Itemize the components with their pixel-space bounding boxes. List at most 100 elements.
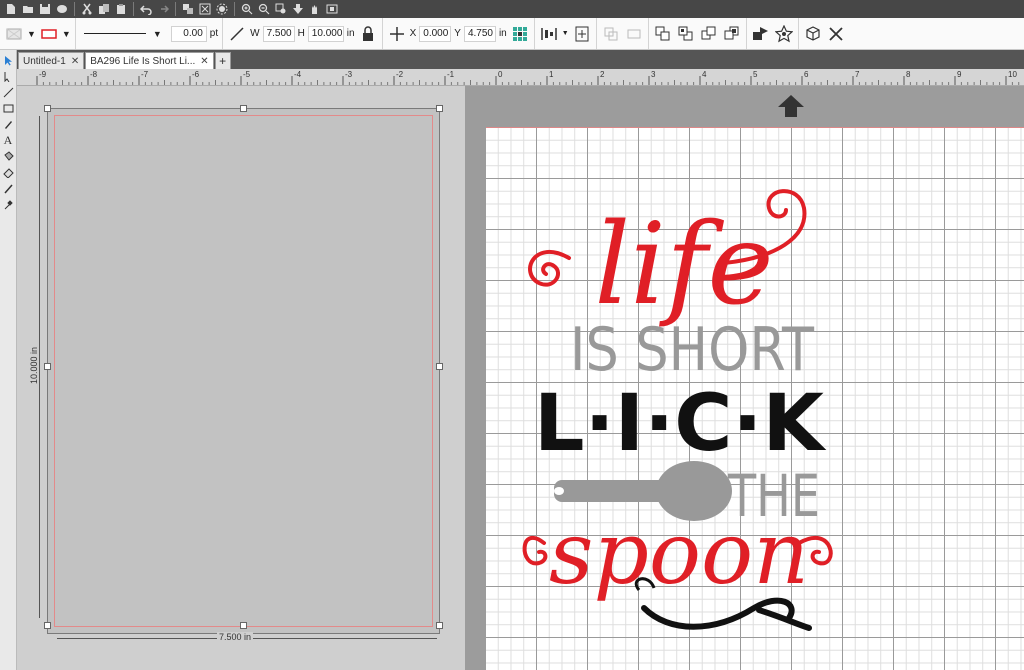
tab-design-file[interactable]: BA296 Life Is Short Li... ✕ xyxy=(85,52,214,69)
red-swirl-left xyxy=(528,250,571,287)
ruler-tick-label: -8 xyxy=(90,70,98,79)
design-page[interactable] xyxy=(47,108,440,634)
y-input[interactable]: 4.750 xyxy=(463,25,496,42)
line-color-icon[interactable] xyxy=(39,24,59,44)
close-icon[interactable] xyxy=(826,24,846,44)
resize-handle-ml[interactable] xyxy=(44,363,51,370)
send-to-back-icon[interactable] xyxy=(722,24,742,44)
text-tool-icon[interactable]: A xyxy=(1,133,16,147)
ruler-tick-label: 5 xyxy=(753,70,758,79)
center-icon[interactable] xyxy=(572,24,592,44)
grid-position-icon[interactable] xyxy=(510,24,530,44)
align-icon[interactable] xyxy=(539,24,559,44)
ruler-tick-label: -5 xyxy=(243,70,251,79)
chevron-down-icon[interactable]: ▼ xyxy=(62,29,71,39)
shapes-icon[interactable] xyxy=(751,24,771,44)
design-canvas[interactable]: 7.500 in 10.000 in xyxy=(17,86,465,670)
replicate-icon[interactable] xyxy=(601,24,621,44)
ruler-tick-label: -9 xyxy=(39,70,47,79)
cutting-mat-grid[interactable]: life IS SHORT L·I·C·K THE spoon xyxy=(486,127,1024,670)
point-edit-icon[interactable] xyxy=(1,69,16,83)
ruler-tick-label: 6 xyxy=(804,70,809,79)
new-file-icon[interactable] xyxy=(3,1,19,17)
group-icon[interactable] xyxy=(180,1,196,17)
move-down-icon[interactable] xyxy=(290,1,306,17)
resize-handle-br[interactable] xyxy=(436,622,443,629)
resize-handle-bl[interactable] xyxy=(44,622,51,629)
bring-forward-icon[interactable] xyxy=(653,24,673,44)
zoom-select-icon[interactable] xyxy=(273,1,289,17)
eyedropper-icon[interactable] xyxy=(1,197,16,211)
paste-delete-icon[interactable] xyxy=(113,1,129,17)
add-tab-button[interactable]: + xyxy=(214,52,231,69)
fill-pattern-icon[interactable] xyxy=(4,24,24,44)
feed-direction-arrow-icon xyxy=(778,95,804,117)
send-backward-icon[interactable] xyxy=(676,24,696,44)
library-group xyxy=(747,18,799,49)
mirror-icon[interactable] xyxy=(624,24,644,44)
document-tab-bar: Untitled-1 ✕ BA296 Life Is Short Li... ✕… xyxy=(0,50,1024,69)
tab-untitled[interactable]: Untitled-1 ✕ xyxy=(18,52,85,69)
height-label: H xyxy=(297,28,305,39)
resize-handle-tr[interactable] xyxy=(436,105,443,112)
pan-icon[interactable] xyxy=(307,1,323,17)
3d-cube-icon[interactable] xyxy=(803,24,823,44)
fill-style-group: ▼ ▼ xyxy=(0,18,76,49)
open-file-icon[interactable] xyxy=(20,1,36,17)
toolbar-separator xyxy=(234,2,235,16)
line-style-preview[interactable] xyxy=(83,33,146,34)
fill-tool-icon[interactable] xyxy=(1,149,16,163)
save-icon[interactable] xyxy=(37,1,53,17)
zoom-out-icon[interactable] xyxy=(256,1,272,17)
y-label: Y xyxy=(454,28,461,39)
undo-icon[interactable] xyxy=(138,1,154,17)
fit-icon[interactable] xyxy=(324,1,340,17)
line-tool-icon[interactable] xyxy=(1,85,16,99)
ruler-tick-label: -4 xyxy=(294,70,302,79)
library-icon[interactable] xyxy=(54,1,70,17)
line-weight-unit: pt xyxy=(209,28,219,39)
x-input[interactable]: 0.000 xyxy=(419,25,452,42)
close-icon[interactable]: ✕ xyxy=(200,56,208,67)
chevron-down-icon[interactable]: ▼ xyxy=(562,30,569,37)
resize-handle-tm[interactable] xyxy=(240,105,247,112)
copy-icon[interactable] xyxy=(96,1,112,17)
rectangle-tool-icon[interactable] xyxy=(1,101,16,115)
resize-handle-bm[interactable] xyxy=(240,622,247,629)
close-icon[interactable]: ✕ xyxy=(71,56,79,67)
cut-border xyxy=(54,115,433,627)
misc-group xyxy=(799,18,850,49)
line-weight-input[interactable]: 0.00 xyxy=(170,25,207,42)
ruler-tick-label: 0 xyxy=(498,70,503,79)
x-label: X xyxy=(409,28,417,39)
transform-group xyxy=(597,18,649,49)
cut-icon[interactable] xyxy=(79,1,95,17)
top-toolbar xyxy=(0,0,1024,18)
width-input[interactable]: 7.500 xyxy=(262,25,295,42)
resize-handle-mr[interactable] xyxy=(436,363,443,370)
ruler-tick-label: 4 xyxy=(702,70,707,79)
settings-icon[interactable] xyxy=(214,1,230,17)
tab-label: BA296 Life Is Short Li... xyxy=(90,55,196,67)
pen-tool-icon[interactable] xyxy=(1,117,16,131)
zoom-in-icon[interactable] xyxy=(239,1,255,17)
resize-handle-tl[interactable] xyxy=(44,105,51,112)
chevron-down-icon[interactable]: ▼ xyxy=(27,29,36,39)
knife-icon[interactable] xyxy=(1,181,16,195)
position-group: X 0.000 Y 4.750 in xyxy=(383,18,535,49)
select-arrow-icon[interactable] xyxy=(1,53,16,67)
ungroup-icon[interactable] xyxy=(197,1,213,17)
eraser-icon[interactable] xyxy=(1,165,16,179)
red-swirl-lower-left xyxy=(522,535,548,566)
redo-icon[interactable] xyxy=(155,1,171,17)
star-flower-icon[interactable] xyxy=(774,24,794,44)
bring-to-front-icon[interactable] xyxy=(699,24,719,44)
life-is-short-design[interactable]: life IS SHORT L·I·C·K THE spoon xyxy=(514,178,844,648)
lock-icon[interactable] xyxy=(358,24,378,44)
height-input[interactable]: 10.000 xyxy=(307,25,344,42)
arrange-group xyxy=(649,18,747,49)
design-word-spoon: spoon xyxy=(549,504,809,604)
chevron-down-icon[interactable]: ▼ xyxy=(153,29,162,39)
tab-label: Untitled-1 xyxy=(23,55,66,67)
tool-column: A xyxy=(0,50,17,670)
